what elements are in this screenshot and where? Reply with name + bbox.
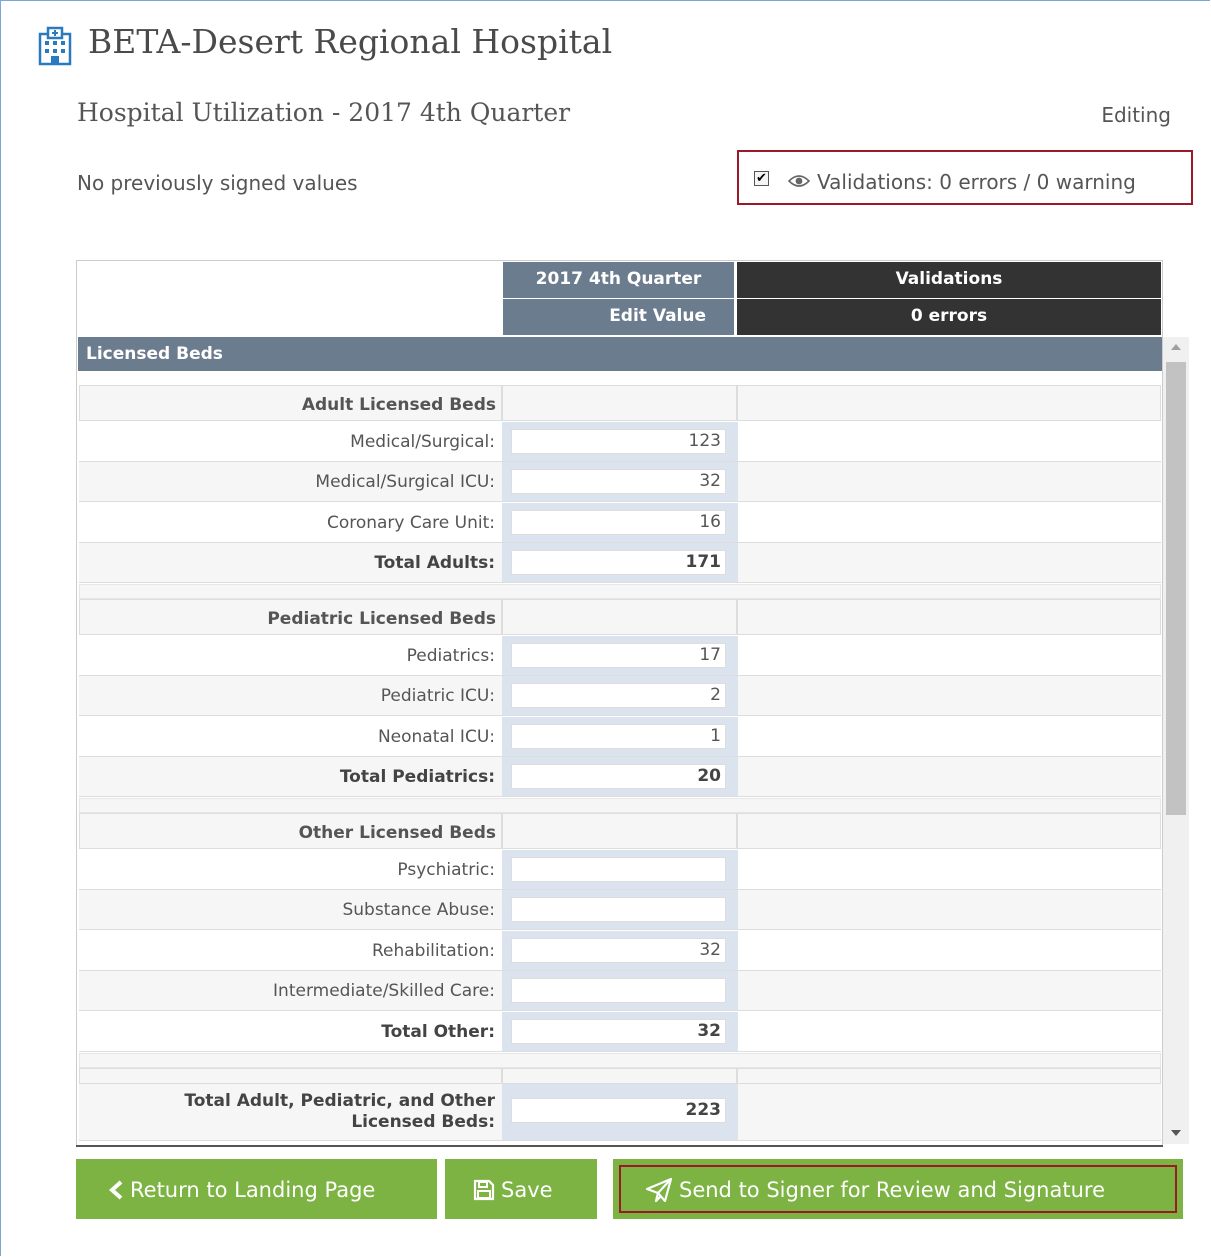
return-to-landing-button[interactable]: Return to Landing Page [76, 1159, 437, 1219]
group-spacer [79, 584, 1161, 599]
row-label: Pediatrics: [406, 646, 495, 666]
value-input[interactable] [511, 857, 726, 882]
value-input[interactable]: 32 [511, 938, 726, 963]
table-row-total: Total Adults: 171 [79, 543, 1161, 583]
table-row: Neonatal ICU: 1 [79, 717, 1161, 757]
table-row: Substance Abuse: [79, 890, 1161, 930]
table-row: Pediatric ICU: 2 [79, 676, 1161, 716]
table-row: Pediatrics: 17 [79, 636, 1161, 676]
scroll-down-icon[interactable] [1171, 1130, 1181, 1136]
group-title: Other Licensed Beds [298, 823, 496, 843]
hospital-icon [38, 26, 72, 66]
return-label: Return to Landing Page [130, 1178, 376, 1202]
grand-total-label: Total Adult, Pediatric, and Other Licens… [184, 1091, 495, 1132]
group-title: Adult Licensed Beds [301, 395, 496, 415]
eye-icon [788, 175, 810, 187]
row-label: Medical/Surgical: [350, 432, 495, 452]
column-errors-header: 0 errors [737, 299, 1161, 335]
column-quarter-header: 2017 4th Quarter [503, 262, 734, 298]
value-input[interactable] [511, 897, 726, 922]
table-row-total: Total Pediatrics: 20 [79, 757, 1161, 797]
row-label: Coronary Care Unit: [326, 513, 495, 533]
group-grand-header [79, 1068, 1161, 1084]
total-value: 32 [511, 1019, 726, 1044]
save-button[interactable]: Save [445, 1159, 597, 1219]
row-label: Intermediate/Skilled Care: [273, 981, 495, 1001]
group-title: Pediatric Licensed Beds [267, 609, 496, 629]
send-label: Send to Signer for Review and Signature [679, 1178, 1105, 1202]
save-icon [473, 1179, 495, 1201]
validations-summary[interactable]: Validations: 0 errors / 0 warning [817, 170, 1136, 194]
table-row: Intermediate/Skilled Care: [79, 971, 1161, 1011]
column-edit-header: Edit Value [503, 299, 734, 335]
validations-checkbox[interactable]: ✔ [754, 171, 769, 186]
chevron-left-icon [108, 1180, 123, 1200]
row-label: Pediatric ICU: [380, 686, 495, 706]
total-value: 20 [511, 764, 726, 789]
row-label: Rehabilitation: [371, 941, 495, 961]
grand-total-value: 223 [511, 1098, 726, 1123]
table-row: Rehabilitation: 32 [79, 931, 1161, 971]
row-label: Total Other: [381, 1022, 495, 1042]
row-label: Total Pediatrics: [339, 767, 495, 787]
value-input[interactable]: 1 [511, 724, 726, 749]
status-label: Editing [1101, 103, 1171, 127]
row-label: Total Adults: [374, 553, 495, 573]
previous-signed-text: No previously signed values [77, 171, 358, 195]
value-input[interactable] [511, 978, 726, 1003]
value-input[interactable]: 2 [511, 683, 726, 708]
send-to-signer-button[interactable]: Send to Signer for Review and Signature [613, 1159, 1183, 1219]
row-label: Psychiatric: [397, 860, 495, 880]
row-label: Substance Abuse: [342, 900, 495, 920]
value-input[interactable]: 123 [511, 429, 726, 454]
save-label: Save [501, 1178, 553, 1202]
scroll-up-icon[interactable] [1171, 344, 1181, 350]
value-input[interactable]: 32 [511, 469, 726, 494]
group-pediatric-header: Pediatric Licensed Beds [79, 599, 1161, 635]
value-input[interactable]: 17 [511, 643, 726, 668]
row-label: Neonatal ICU: [377, 727, 495, 747]
group-adult-header: Adult Licensed Beds [79, 385, 1161, 421]
paper-plane-icon [645, 1177, 673, 1203]
report-title: Hospital Utilization - 2017 4th Quarter [77, 98, 571, 127]
section-licensed-beds: Licensed Beds [78, 337, 1162, 371]
table-row: Coronary Care Unit: 16 [79, 503, 1161, 543]
table-row: Medical/Surgical: 123 [79, 422, 1161, 462]
hospital-name: BETA-Desert Regional Hospital [88, 22, 613, 61]
value-input[interactable]: 16 [511, 510, 726, 535]
group-spacer [79, 1053, 1161, 1068]
group-other-header: Other Licensed Beds [79, 813, 1161, 849]
table-row: Medical/Surgical ICU: 32 [79, 462, 1161, 502]
row-label: Medical/Surgical ICU: [315, 472, 495, 492]
column-validations-header: Validations [737, 262, 1161, 298]
table-row: Psychiatric: [79, 850, 1161, 890]
table-row-total: Total Other: 32 [79, 1012, 1161, 1052]
table-row-grand-total: Total Adult, Pediatric, and Other Licens… [79, 1084, 1161, 1141]
table-bottom-border [76, 1145, 1163, 1147]
total-value: 171 [511, 550, 726, 575]
scrollbar-thumb[interactable] [1166, 362, 1186, 815]
group-spacer [79, 798, 1161, 813]
